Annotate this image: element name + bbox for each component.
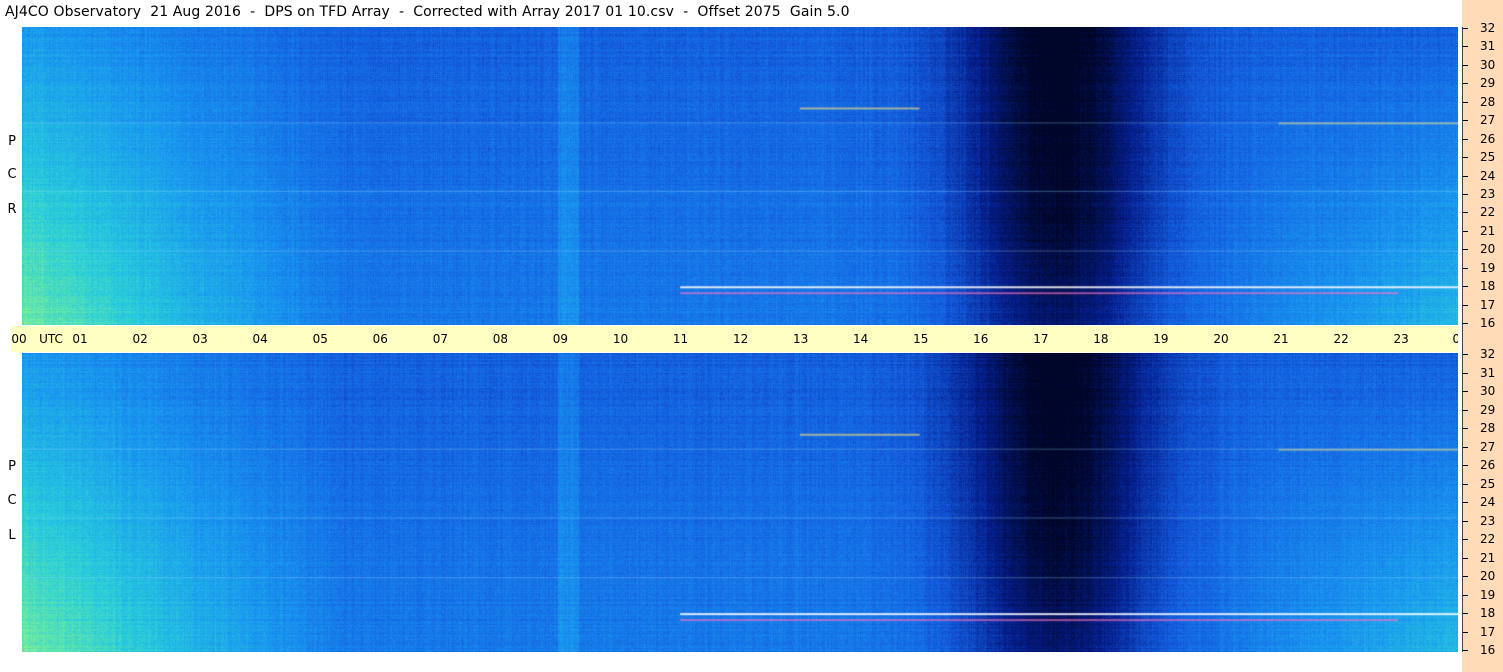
lcp-letter-c: C xyxy=(7,493,17,508)
plot-title: AJ4CO Observatory 21 Aug 2016 - DPS on T… xyxy=(5,4,850,20)
lcp-spectrogram[interactable] xyxy=(22,353,1458,652)
time-label: 02 xyxy=(132,332,148,346)
rcp-letter-p: P xyxy=(8,134,16,149)
time-label: UTC xyxy=(39,332,63,346)
freq-label: 28 xyxy=(1480,95,1496,109)
freq-label: 23 xyxy=(1480,187,1496,201)
freq-label: 30 xyxy=(1480,384,1496,398)
freq-label: 23 xyxy=(1480,514,1496,528)
freq-label: 29 xyxy=(1480,403,1496,417)
freq-label: 20 xyxy=(1480,569,1496,583)
frequency-axis: 32 31 30 29 28 27 26 25 24 23 22 21 20 19 18 17 16 32 31 30… xyxy=(1462,0,1503,672)
freq-label: 18 xyxy=(1480,606,1496,620)
freq-label: 17 xyxy=(1480,298,1496,312)
freq-label: 32 xyxy=(1480,21,1496,35)
freq-label: 17 xyxy=(1480,625,1496,639)
freq-label: 22 xyxy=(1480,205,1496,219)
time-label: 20 xyxy=(1213,332,1229,346)
freq-label: 21 xyxy=(1480,224,1496,238)
rcp-spectrogram-canvas xyxy=(22,27,1458,325)
time-label: 00 xyxy=(11,332,27,346)
time-label: 07 xyxy=(432,332,448,346)
time-label: 21 xyxy=(1273,332,1289,346)
freq-label: 18 xyxy=(1480,279,1496,293)
freq-label: 16 xyxy=(1480,316,1496,330)
time-label: 15 xyxy=(913,332,929,346)
time-label: 01 xyxy=(72,332,88,346)
freq-label: 25 xyxy=(1480,150,1496,164)
freq-label: 24 xyxy=(1480,169,1496,183)
time-label: 06 xyxy=(372,332,388,346)
time-label: 12 xyxy=(732,332,749,346)
freq-label: 30 xyxy=(1480,58,1496,72)
freq-label: 19 xyxy=(1480,588,1496,602)
time-label: 11 xyxy=(672,332,689,346)
freq-label: 25 xyxy=(1480,477,1496,491)
freq-label: 21 xyxy=(1480,551,1496,565)
freq-label: 28 xyxy=(1480,421,1496,435)
time-label: 23 xyxy=(1393,332,1409,346)
freq-label: 22 xyxy=(1480,532,1496,546)
rcp-letter-r: R xyxy=(7,202,17,217)
time-label: 13 xyxy=(793,332,809,346)
frequency-axis-line xyxy=(1462,27,1463,652)
freq-label: 26 xyxy=(1480,458,1496,472)
spectrogram-window: AJ4CO Observatory 21 Aug 2016 - DPS on T… xyxy=(0,0,1503,672)
rcp-spectrogram[interactable] xyxy=(22,27,1458,325)
time-label: 22 xyxy=(1333,332,1349,346)
time-label: 10 xyxy=(612,332,629,346)
time-label: 18 xyxy=(1093,332,1109,346)
freq-label: 24 xyxy=(1480,495,1496,509)
freq-label: 19 xyxy=(1480,261,1496,275)
freq-label: 16 xyxy=(1480,643,1496,657)
time-label: 03 xyxy=(192,332,208,346)
lcp-letter-l: L xyxy=(8,528,16,543)
time-label: 08 xyxy=(492,332,509,346)
rcp-letter-c: C xyxy=(7,167,17,182)
freq-label: 31 xyxy=(1480,366,1496,380)
freq-label: 27 xyxy=(1480,113,1496,127)
utc-time-axis: 00 UTC 01 02 03 04 05 06 07 08 09 10 11 12 13 14 15 16 17 1… xyxy=(11,326,1493,352)
freq-label: 27 xyxy=(1480,440,1496,454)
lcp-spectrogram-canvas xyxy=(22,353,1458,652)
time-label: 05 xyxy=(312,332,328,346)
freq-label: 29 xyxy=(1480,76,1496,90)
time-label: 16 xyxy=(973,332,989,346)
freq-label: 31 xyxy=(1480,39,1496,53)
lcp-letter-p: P xyxy=(8,459,16,474)
freq-label: 20 xyxy=(1480,242,1496,256)
time-label: 19 xyxy=(1153,332,1169,346)
time-label: 09 xyxy=(552,332,569,346)
freq-label: 32 xyxy=(1480,347,1496,361)
freq-label: 26 xyxy=(1480,132,1496,146)
time-label: 14 xyxy=(853,332,869,346)
time-label: 04 xyxy=(252,332,268,346)
time-label: 17 xyxy=(1033,332,1049,346)
